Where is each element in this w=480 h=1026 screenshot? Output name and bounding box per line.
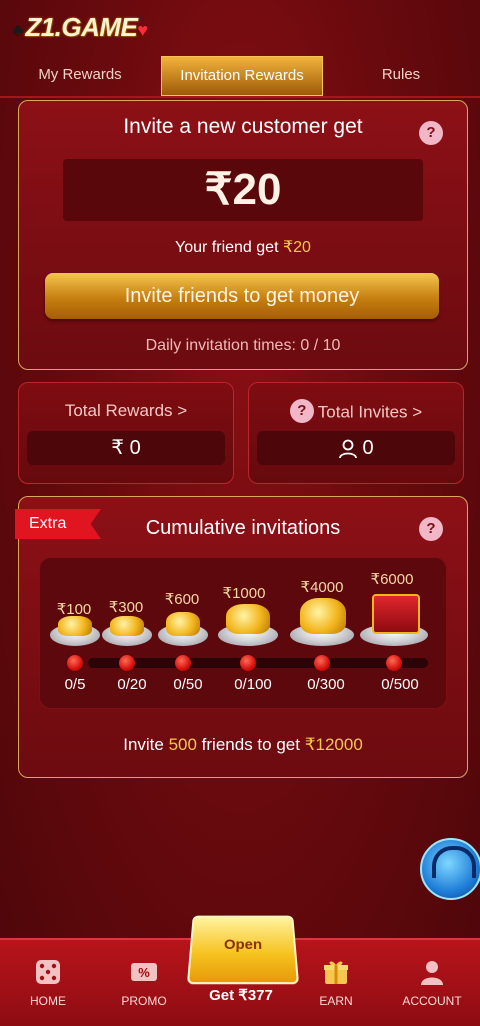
total-invites-label-wrap: ? Total Invites > bbox=[249, 399, 463, 425]
tier-progress: 0/5 bbox=[64, 676, 86, 693]
tier-reward: ₹6000 bbox=[370, 571, 414, 588]
invite-friends-button[interactable]: Invite friends to get money bbox=[45, 273, 439, 319]
question-icon[interactable]: ? bbox=[419, 121, 443, 145]
tier-reward: ₹600 bbox=[164, 591, 200, 608]
invite-card: Invite a new customer get ? ₹20 Your fri… bbox=[18, 100, 468, 370]
tier-progress: 0/50 bbox=[173, 676, 203, 693]
tier-track-panel: ₹100 0/5 ₹300 0/20 ₹600 0/50 ₹1000 0/100… bbox=[39, 557, 447, 709]
question-icon[interactable]: ? bbox=[289, 399, 314, 423]
open-label: Open bbox=[223, 936, 263, 953]
nav-earn[interactable]: EARN bbox=[288, 958, 384, 1008]
open-reward-button[interactable]: Open Get ₹377 bbox=[180, 912, 302, 1024]
tab-invitation-rewards[interactable]: Invitation Rewards bbox=[161, 56, 323, 96]
total-invites-value-box: 0 bbox=[257, 431, 455, 465]
account-icon bbox=[421, 961, 443, 985]
treasure-chest-icon bbox=[372, 594, 420, 634]
cumulative-title: Cumulative invitations bbox=[145, 517, 341, 539]
tier-progress: 0/20 bbox=[117, 676, 147, 693]
nav-promo-label: PROMO bbox=[121, 994, 167, 1008]
total-rewards-label: Total Rewards > bbox=[64, 401, 188, 420]
app-logo: ♣Z1.GAME♥ bbox=[12, 12, 148, 42]
support-agent-icon[interactable] bbox=[420, 838, 480, 900]
get-reward-label: Get ₹377 bbox=[209, 987, 273, 1004]
gold-coins-icon bbox=[300, 598, 346, 634]
nav-home-label: HOME bbox=[30, 994, 66, 1008]
nav-promo[interactable]: % PROMO bbox=[96, 958, 192, 1008]
tier-progress: 0/500 bbox=[381, 676, 419, 693]
gold-coins-icon bbox=[58, 616, 92, 636]
tier-dot bbox=[119, 655, 135, 671]
cumulative-invitations-card: Extra Cumulative invitations ? ₹100 0/5 … bbox=[15, 496, 468, 778]
invite-title: Invite a new customer get bbox=[123, 115, 363, 138]
tab-bar: My Rewards Invitation Rewards Rules bbox=[0, 56, 480, 98]
progress-track bbox=[88, 658, 428, 668]
tier-reward: ₹4000 bbox=[300, 579, 344, 596]
total-rewards-value: ₹ 0 bbox=[27, 431, 225, 465]
club-suit-icon: ♣ bbox=[12, 20, 24, 40]
tier-progress: 0/100 bbox=[234, 676, 272, 693]
total-invites-card[interactable]: ? Total Invites > 0 bbox=[248, 382, 464, 484]
total-rewards-card[interactable]: Total Rewards > ₹ 0 bbox=[18, 382, 234, 484]
daily-invitation-times: Daily invitation times: 0 / 10 bbox=[145, 337, 341, 354]
gold-coins-icon bbox=[166, 612, 200, 636]
tier-dot bbox=[175, 655, 191, 671]
cumulative-footer: Invite 500 friends to get ₹12000 bbox=[123, 735, 363, 754]
nav-earn-label: EARN bbox=[319, 994, 353, 1008]
nav-account-label: ACCOUNT bbox=[402, 994, 462, 1008]
nav-home[interactable]: HOME bbox=[0, 958, 96, 1008]
question-icon[interactable]: ? bbox=[419, 517, 443, 541]
heart-suit-icon: ♥ bbox=[137, 20, 148, 40]
svg-text:%: % bbox=[138, 965, 150, 980]
tier-reward: ₹300 bbox=[108, 599, 144, 616]
user-icon bbox=[339, 439, 358, 458]
tier-dot bbox=[314, 655, 330, 671]
friend-get-text: Your friend get ₹20 bbox=[175, 239, 311, 256]
open-card: Open bbox=[186, 915, 300, 985]
tier-dot bbox=[240, 655, 256, 671]
gold-coins-icon bbox=[110, 616, 144, 636]
tab-rules[interactable]: Rules bbox=[322, 56, 480, 94]
tier-dot bbox=[386, 655, 402, 671]
tier-dot bbox=[67, 655, 83, 671]
invite-amount: ₹20 bbox=[63, 159, 423, 221]
dice-icon bbox=[36, 960, 60, 984]
tier-progress: 0/300 bbox=[307, 676, 345, 693]
tab-my-rewards[interactable]: My Rewards bbox=[0, 56, 160, 94]
gold-coins-icon bbox=[226, 604, 270, 634]
nav-account[interactable]: ACCOUNT bbox=[384, 958, 480, 1008]
tier-reward: ₹1000 bbox=[222, 585, 266, 602]
gift-icon bbox=[324, 961, 348, 984]
top-bar: ♣Z1.GAME♥ bbox=[0, 0, 480, 56]
percent-ticket-icon: % bbox=[131, 963, 157, 981]
